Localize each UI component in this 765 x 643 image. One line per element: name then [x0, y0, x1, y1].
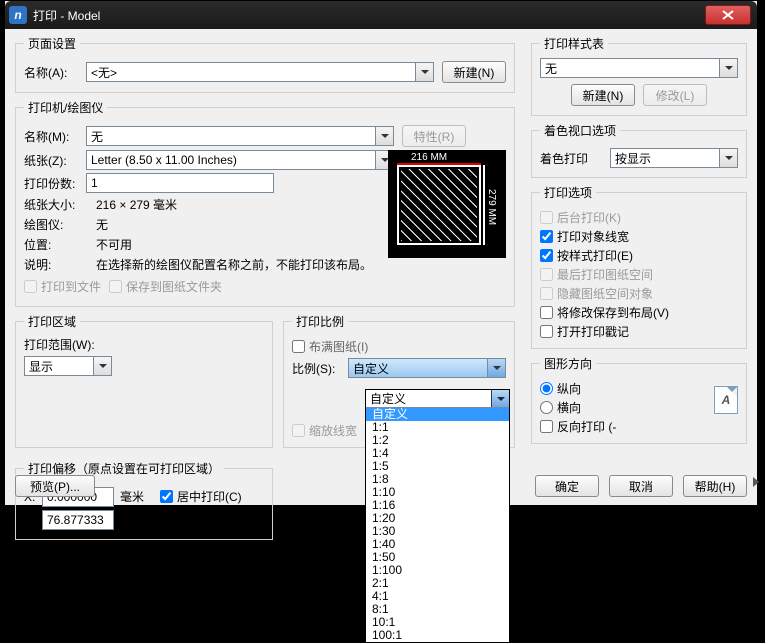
scale-lw-checkbox — [292, 424, 305, 437]
range-label: 打印范围(W): — [24, 336, 264, 353]
area-legend: 打印区域 — [24, 313, 80, 330]
desc-value: 在选择新的绘图仪配置名称之前，不能打印该布局。 — [96, 256, 372, 273]
y-input[interactable] — [42, 510, 114, 530]
printer-group: 打印机/绘图仪 名称(M): 无 特性(R) 纸张(Z): Letter (8.… — [15, 99, 515, 307]
preview-button[interactable]: 预览(P)... — [15, 475, 95, 497]
ratio-option[interactable]: 10:1 — [366, 616, 509, 629]
page-new-button[interactable]: 新建(N) — [442, 61, 506, 83]
ratio-dropdown[interactable]: 自定义 自定义1:11:21:41:51:81:101:161:201:301:… — [365, 389, 510, 643]
style-edit-button[interactable]: 修改(L) — [643, 84, 707, 106]
reverse-checkbox[interactable] — [540, 420, 553, 433]
bg-print-checkbox — [540, 211, 553, 224]
chevron-down-icon — [487, 359, 505, 377]
ok-button[interactable]: 确定 — [535, 475, 599, 497]
page-setup-group: 页面设置 名称(A): <无> 新建(N) — [15, 35, 515, 93]
save-pdf-checkbox — [109, 280, 122, 293]
size-value: 216 × 279 毫米 — [96, 196, 177, 213]
scale-legend: 打印比例 — [292, 313, 348, 330]
viewport-legend: 着色视口选项 — [540, 122, 620, 139]
dialog-body: 页面设置 名称(A): <无> 新建(N) 打印机/绘图仪 名称(M): 无 — [5, 29, 757, 505]
ratio-option[interactable]: 8:1 — [366, 603, 509, 616]
paper-preview: 216 MM 279 MM — [388, 150, 506, 258]
style-new-button[interactable]: 新建(N) — [571, 84, 635, 106]
viewport-group: 着色视口选项 着色打印 按显示 — [531, 122, 747, 178]
range-combo[interactable]: 显示 — [24, 356, 112, 376]
copies-label: 打印份数: — [24, 175, 86, 192]
shade-label: 着色打印 — [540, 150, 610, 167]
desc-label: 说明: — [24, 256, 96, 273]
fit-checkbox[interactable] — [292, 340, 305, 353]
style-print-checkbox[interactable] — [540, 249, 553, 262]
save-layout-checkbox[interactable] — [540, 306, 553, 319]
page-name-combo[interactable]: <无> — [86, 62, 434, 82]
shade-combo[interactable]: 按显示 — [610, 148, 738, 168]
close-icon — [722, 10, 734, 20]
paper-label: 纸张(Z): — [24, 152, 86, 169]
stamp-checkbox[interactable] — [540, 325, 553, 338]
lw-checkbox[interactable] — [540, 230, 553, 243]
orient-group: 图形方向 纵向 横向 反向打印 (- A — [531, 355, 747, 444]
options-legend: 打印选项 — [540, 184, 596, 201]
printer-name-combo[interactable]: 无 — [86, 126, 394, 146]
hide-obj-checkbox — [540, 287, 553, 300]
options-group: 打印选项 后台打印(K) 打印对象线宽 按样式打印(E) 最后打印图纸空间 隐藏… — [531, 184, 747, 349]
printer-name-label: 名称(M): — [24, 128, 86, 145]
help-button[interactable]: 帮助(H) — [683, 475, 747, 497]
style-combo[interactable]: 无 — [540, 58, 738, 78]
close-button[interactable] — [705, 5, 751, 25]
ratio-combo[interactable]: 自定义 — [348, 358, 506, 378]
offset-group: 打印偏移（原点设置在可打印区域） X: 毫米 居中打印(C) Y: 毫米 — [15, 460, 273, 540]
location-value: 不可用 — [96, 236, 132, 253]
page-name-label: 名称(A): — [24, 64, 86, 81]
ratio-label: 比例(S): — [292, 360, 348, 377]
orientation-icon: A — [714, 386, 738, 414]
cancel-button[interactable]: 取消 — [609, 475, 673, 497]
orient-legend: 图形方向 — [540, 355, 596, 372]
printer-legend: 打印机/绘图仪 — [24, 99, 107, 116]
chevron-down-icon — [719, 59, 737, 77]
area-group: 打印区域 打印范围(W): 显示 — [15, 313, 273, 448]
style-group: 打印样式表 无 新建(N) 修改(L) — [531, 35, 747, 116]
paper-combo[interactable]: Letter (8.50 x 11.00 Inches) — [86, 150, 394, 170]
plotter-value: 无 — [96, 216, 108, 233]
copies-input[interactable] — [86, 173, 274, 193]
y-label: Y: — [24, 513, 42, 527]
ratio-option[interactable]: 4:1 — [366, 590, 509, 603]
chevron-down-icon — [93, 357, 111, 375]
size-label: 纸张大小: — [24, 196, 96, 213]
right-column: 打印样式表 无 新建(N) 修改(L) 着色视口选项 着色打印 按显示 — [531, 35, 747, 450]
plotter-label: 绘图仪: — [24, 216, 96, 233]
expand-icon[interactable] — [753, 477, 759, 487]
landscape-radio[interactable] — [540, 401, 553, 414]
page-setup-legend: 页面设置 — [24, 35, 80, 52]
style-legend: 打印样式表 — [540, 35, 608, 52]
titlebar[interactable]: n 打印 - Model — [5, 1, 757, 29]
to-file-checkbox — [24, 280, 37, 293]
ratio-option[interactable]: 100:1 — [366, 629, 509, 642]
window-title: 打印 - Model — [33, 7, 705, 24]
print-dialog: n 打印 - Model 页面设置 名称(A): <无> 新建(N) 打印 — [4, 0, 758, 506]
chevron-down-icon — [719, 149, 737, 167]
last-space-checkbox — [540, 268, 553, 281]
printer-props-button[interactable]: 特性(R) — [402, 125, 466, 147]
chevron-down-icon — [415, 63, 433, 81]
chevron-down-icon — [375, 127, 393, 145]
portrait-radio[interactable] — [540, 382, 553, 395]
app-icon: n — [9, 6, 27, 24]
location-label: 位置: — [24, 236, 96, 253]
chevron-down-icon — [491, 390, 509, 407]
